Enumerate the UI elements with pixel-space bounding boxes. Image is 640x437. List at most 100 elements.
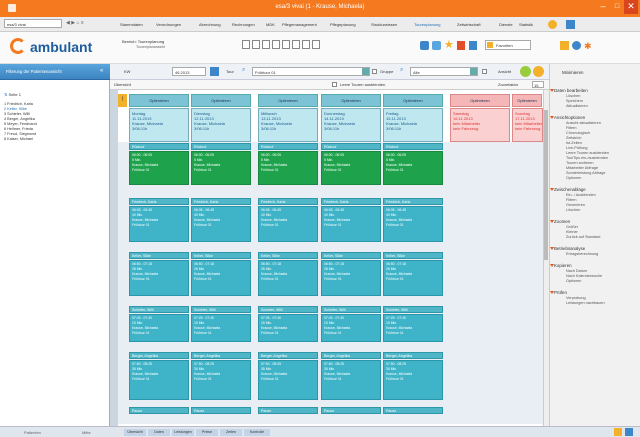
card-header[interactable]: Rückruf — [191, 143, 251, 150]
action-item[interactable]: Ansicht aktualisieren — [566, 121, 601, 125]
grid-view-icon[interactable] — [560, 41, 569, 50]
status-tab[interactable]: Zeiten — [220, 429, 242, 436]
action-item[interactable]: Verprobung — [566, 296, 586, 300]
optimize-button[interactable]: Optimieren — [129, 94, 189, 107]
card-header[interactable]: Friedrich, Karla — [258, 198, 318, 205]
card-header[interactable]: Schiefer, Willi — [129, 306, 189, 313]
list-item[interactable]: 4 Berger, Angelika — [4, 117, 35, 121]
group-checkbox[interactable] — [372, 69, 377, 74]
card-body[interactable]: 07:25 - 07:40 15 Min. Krause, Michaela Früh… — [383, 314, 443, 342]
menu-item-statistik[interactable]: Statistik — [519, 22, 533, 27]
hide-empty-checkbox[interactable] — [332, 82, 337, 87]
card-header[interactable]: Schiefer, Willi — [383, 306, 443, 313]
gruppe-select[interactable]: Alle — [410, 67, 478, 76]
card-header[interactable]: Pause — [383, 407, 443, 414]
section-title[interactable]: Zwischenablage — [554, 187, 586, 192]
optimize-button[interactable]: Optimieren — [258, 94, 318, 107]
refresh-icon[interactable] — [572, 41, 581, 50]
section-title[interactable]: Kopieren — [554, 263, 572, 268]
group-icon[interactable] — [432, 41, 441, 50]
card-body[interactable]: 06:50 - 07:18 28 Min. Krause, Michaela Früh… — [321, 260, 381, 296]
section-title[interactable]: Betriebsanalyse — [554, 246, 585, 251]
card-body[interactable]: 06:00 - 06:05 5 Min. Krause, Michaela Früht… — [383, 151, 443, 185]
action-item[interactable]: Filtern — [566, 198, 577, 202]
bottom-right-icon[interactable] — [614, 428, 622, 436]
context-select[interactable]: esa/3 vivai — [4, 19, 62, 28]
close-button[interactable]: ✕ — [624, 0, 638, 14]
card-header[interactable]: Rückruf — [383, 143, 443, 150]
card-body[interactable]: 06:05 - 06:45 40 Min. Krause, Michaela Früh… — [383, 206, 443, 242]
card-header[interactable]: Friedrich, Karla — [383, 198, 443, 205]
minimize-button[interactable]: – — [596, 0, 610, 14]
card-body[interactable]: 06:50 - 07:18 28 Min. Krause, Michaela Früh… — [191, 260, 251, 296]
action-item[interactable]: Größer — [566, 225, 578, 229]
menu-item-rechnungen[interactable]: Rechnungen — [232, 22, 255, 27]
status-tab[interactable]: Übersicht — [124, 429, 146, 436]
day-header[interactable]: Freitag 15.11.2013 Krause, Michaela 3/06… — [383, 108, 443, 142]
card-header[interactable]: Rückruf — [321, 143, 381, 150]
tag-icon[interactable] — [469, 41, 477, 50]
action-item[interactable]: Kleiner — [566, 230, 578, 234]
card-header[interactable]: Friedrich, Karla — [321, 198, 381, 205]
settings-icon[interactable]: ✱ — [584, 41, 592, 52]
card-header[interactable]: Friedrich, Karla — [129, 198, 189, 205]
kw-input[interactable]: 46.2013 — [172, 67, 206, 76]
card-header[interactable]: Keller, Silke — [129, 252, 189, 259]
card-header[interactable]: Pause — [191, 407, 251, 414]
action-item[interactable]: Nach Datum — [566, 269, 587, 273]
maximize-button[interactable]: □ — [610, 0, 624, 14]
status-tab[interactable]: Daten — [148, 429, 170, 436]
calendar-icon[interactable] — [210, 67, 219, 76]
zoom-input[interactable]: 15 — [532, 81, 544, 88]
collapse-icon[interactable]: « — [100, 68, 103, 74]
card-body[interactable]: 06:05 - 06:45 40 Min. Krause, Michaela Früh… — [258, 206, 318, 242]
card-body[interactable]: 06:05 - 06:45 40 Min. Krause, Michaela Früh… — [191, 206, 251, 242]
people-icon[interactable] — [420, 41, 429, 50]
day-header[interactable]: Samstag 16.11.2013 kein Mitarbeiter kein… — [450, 108, 510, 142]
card-header[interactable]: Keller, Silke — [321, 252, 381, 259]
card-body[interactable]: 06:00 - 06:05 5 Min. Krause, Michaela Früht… — [191, 151, 251, 185]
view-toggle-icon-2[interactable] — [533, 66, 544, 77]
card-body[interactable]: 06:50 - 07:18 28 Min. Krause, Michaela Früh… — [129, 260, 189, 296]
card-body[interactable]: 06:00 - 06:05 5 Min. Krause, Michaela Früht… — [321, 151, 381, 185]
card-header[interactable]: Schiefer, Willi — [321, 306, 381, 313]
status-tab[interactable]: Leistungen — [172, 429, 194, 436]
list-item[interactable]: 8 Kaiser, Michael — [4, 137, 33, 141]
action-item[interactable]: Ertragsberechnung — [566, 252, 598, 256]
bottom-right-icon-2[interactable] — [625, 428, 633, 436]
card-body[interactable]: 07:25 - 07:40 15 Min. Krause, Michaela Früh… — [191, 314, 251, 342]
action-item[interactable]: Leistungen nachtrauen — [566, 301, 605, 305]
card-body[interactable]: 06:00 - 06:05 5 Min. Krause, Michaela Früht… — [258, 151, 318, 185]
card-header[interactable]: Berger, Angelika — [129, 352, 189, 359]
card-header[interactable]: Berger, Angelika — [191, 352, 251, 359]
card-body[interactable]: 07:50 - 08:25 35 Min. Krause, Michaela Früh… — [383, 360, 443, 400]
list-item[interactable]: 5 Meyer, Ferdinand — [4, 122, 37, 126]
action-item[interactable]: Optionen — [566, 279, 581, 283]
menu-item-dienste[interactable]: Dienste — [499, 22, 513, 27]
book-icon[interactable] — [457, 41, 465, 50]
menu-item-verordnungen[interactable]: Verordnungen — [156, 22, 181, 27]
action-item[interactable]: Nach Kalenderwoche — [566, 274, 602, 278]
action-item[interactable]: Sonderleistung Abfrage — [566, 171, 605, 175]
card-header[interactable]: Schiefer, Willi — [191, 306, 251, 313]
card-body[interactable]: 06:50 - 07:18 28 Min. Krause, Michaela Früh… — [383, 260, 443, 296]
action-item[interactable]: Chronologisch — [566, 131, 590, 135]
status-tab[interactable]: Preise — [196, 429, 218, 436]
menu-item-pflegeplanung[interactable]: Pflegeplanung — [330, 22, 356, 27]
action-item[interactable]: Leere Touren ausblenden — [566, 151, 609, 155]
card-body[interactable]: 07:50 - 08:25 35 Min. Krause, Michaela Früh… — [129, 360, 189, 400]
menu-item-pflegemanagement[interactable]: Pflegemanagement — [282, 22, 317, 27]
action-item[interactable]: Löschen — [566, 94, 580, 98]
list-item[interactable]: 3 Schiefer, Willi — [4, 112, 30, 116]
card-header[interactable]: Rückruf — [129, 143, 189, 150]
action-item[interactable]: Generieren — [566, 203, 585, 207]
card-body[interactable]: 06:50 - 07:18 28 Min. Krause, Michaela Früh… — [258, 260, 318, 296]
card-header[interactable]: Pause — [321, 407, 381, 414]
card-header[interactable]: Friedrich, Karla — [191, 198, 251, 205]
action-item[interactable]: Speichern — [566, 99, 583, 103]
card-header[interactable]: Rückruf — [258, 143, 318, 150]
menu-item-zeitwirtschaft[interactable]: Zeitwirtschaft — [457, 22, 481, 27]
menu-item-abrechnung[interactable]: Abrechnung — [199, 22, 221, 27]
tour-select[interactable]: Frühtour 01 — [252, 67, 370, 76]
card-header[interactable]: Berger, Angelika — [383, 352, 443, 359]
